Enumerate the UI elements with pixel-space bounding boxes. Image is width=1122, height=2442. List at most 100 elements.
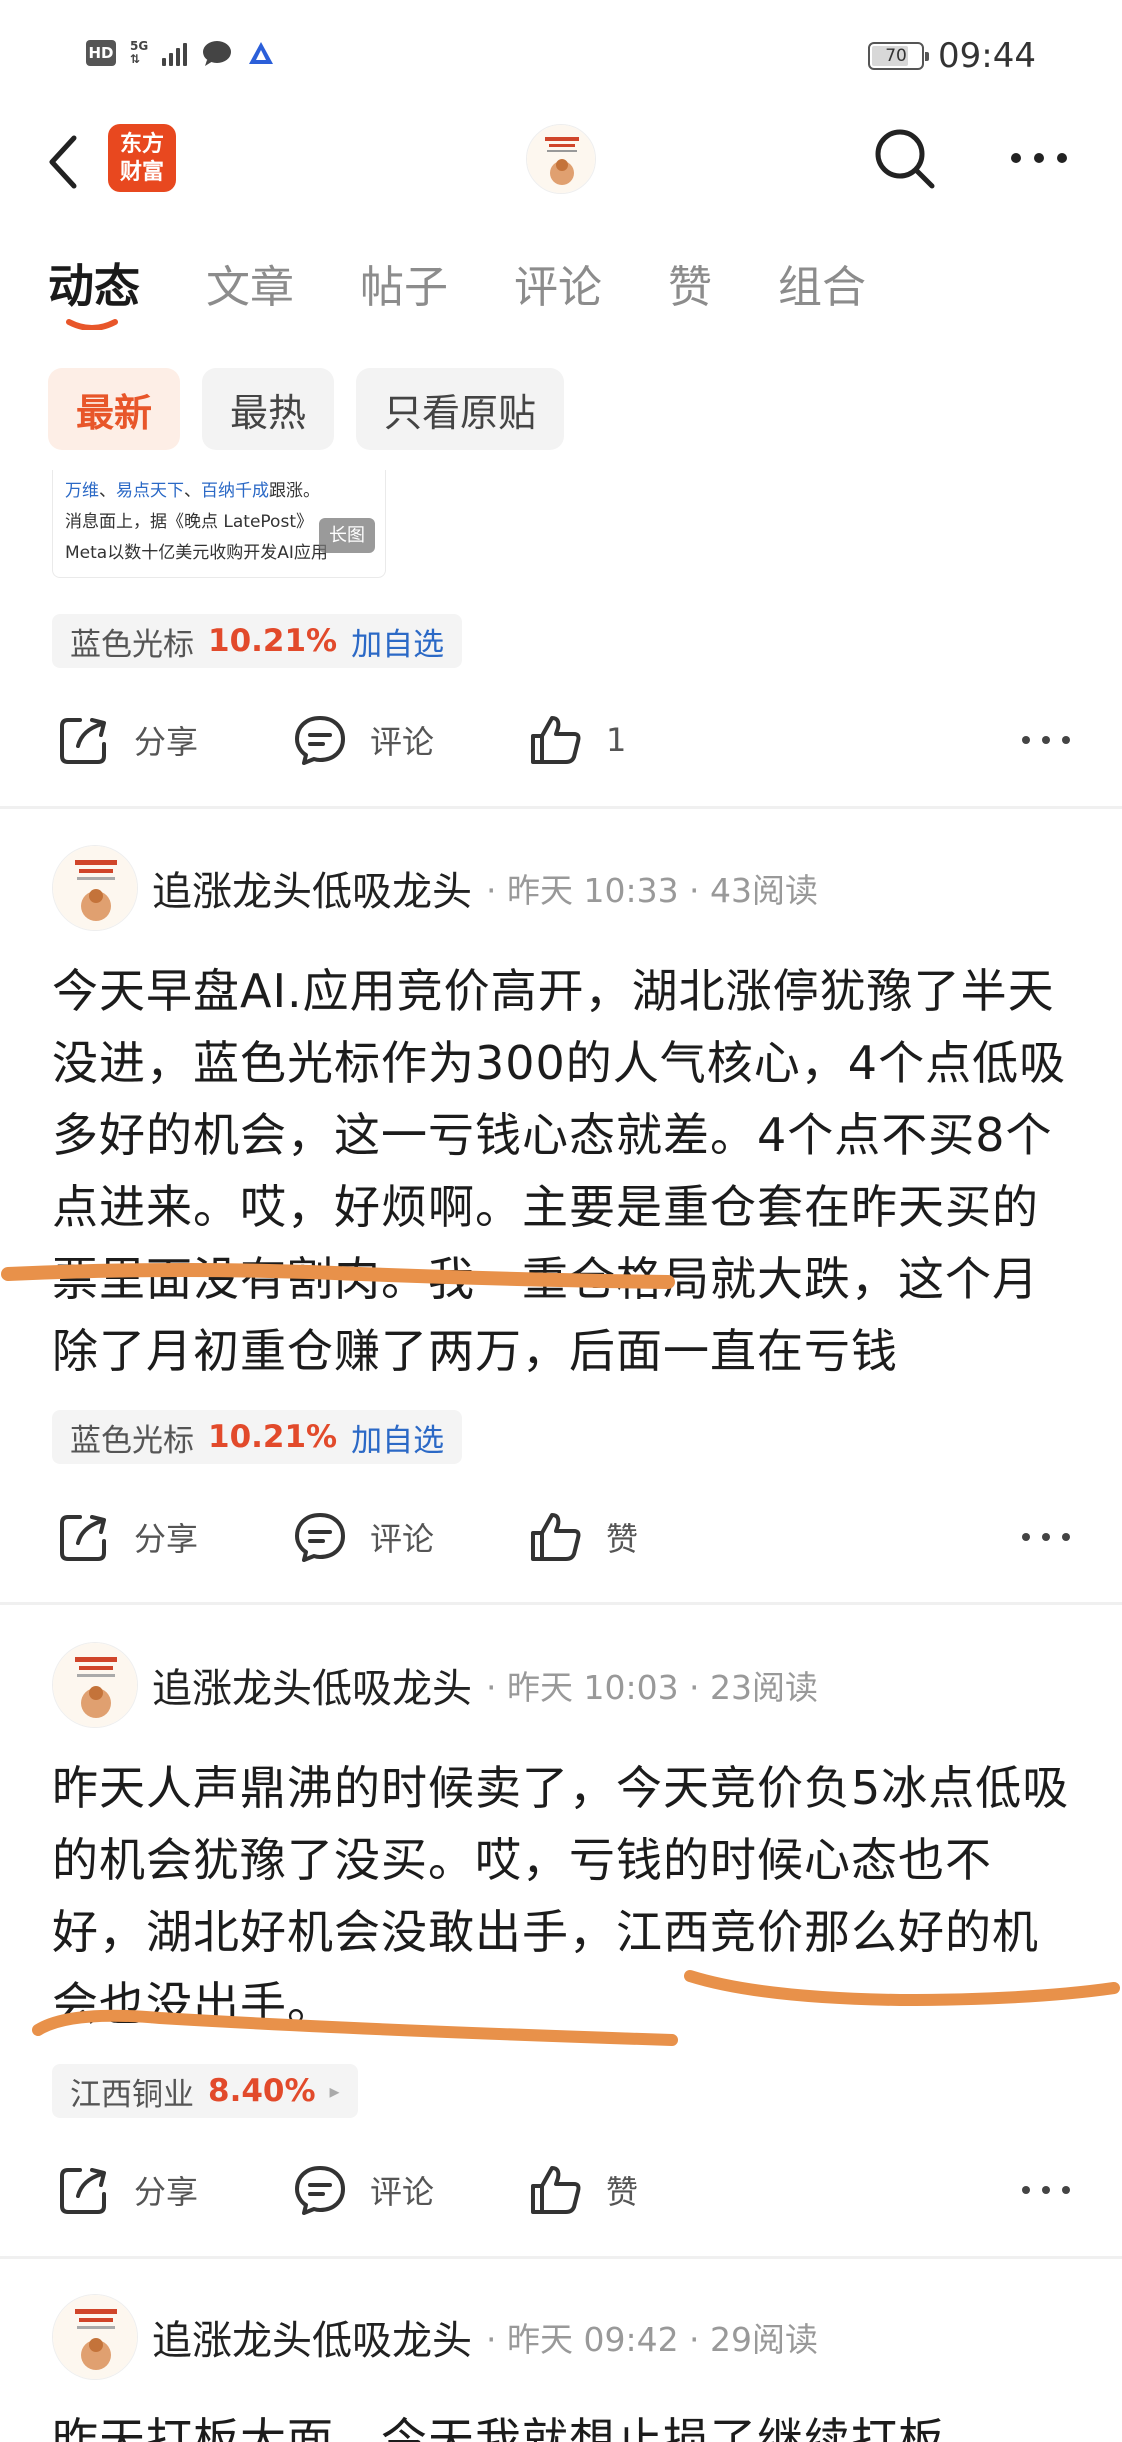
image-text-line-1: 万维、易点天下、百纳千成跟涨。: [65, 481, 320, 501]
signal-icon: [162, 40, 188, 66]
stock-tag[interactable]: 蓝色光标 10.21% 加自选: [52, 614, 463, 668]
share-label: 分享: [134, 2173, 199, 2211]
like-button[interactable]: 赞: [528, 1509, 764, 1565]
like-button[interactable]: 赞: [528, 2162, 764, 2218]
post-actions: 分享 评论 赞: [56, 2155, 1076, 2225]
avatar-image: [53, 1643, 137, 1727]
filter-original-only[interactable]: 只看原贴: [356, 368, 565, 450]
image-link-3: 百纳千成: [201, 481, 269, 501]
message-icon: [203, 41, 232, 66]
thumbs-up-icon: [531, 1513, 581, 1561]
avatar[interactable]: [526, 124, 596, 194]
share-button[interactable]: 分享: [56, 712, 292, 768]
image-link-1: 万维: [65, 481, 99, 501]
avatar[interactable]: [52, 2294, 138, 2380]
post-meta: · 昨天 10:33 · 43阅读: [486, 871, 819, 910]
status-bar: HD 5G ⇅ 70 09:44: [0, 0, 1122, 110]
post-header: 追涨龙头低吸龙头 · 昨天 10:33 · 43阅读: [52, 843, 818, 933]
share-icon: [60, 1515, 106, 1561]
app-notification-icon: [249, 42, 274, 64]
stock-tag[interactable]: 江西铜业 8.40% ▸: [52, 2064, 358, 2118]
avatar-image: [53, 846, 137, 930]
stock-change: 10.21%: [208, 623, 338, 659]
like-button[interactable]: 1: [528, 712, 764, 768]
eastmoney-logo[interactable]: 东方 财富: [108, 124, 176, 192]
add-watchlist-button[interactable]: 加自选: [351, 619, 444, 664]
stock-change: 8.40%: [208, 2073, 316, 2109]
status-left: HD 5G ⇅: [86, 40, 275, 66]
status-right: 70 09:44: [868, 36, 1036, 76]
more-icon[interactable]: [1016, 720, 1076, 760]
share-button[interactable]: 分享: [56, 2162, 292, 2218]
author-name[interactable]: 追涨龙头低吸龙头: [152, 2308, 472, 2366]
more-icon[interactable]: [1004, 138, 1074, 178]
post-divider: [0, 806, 1122, 809]
logo-line1: 东方: [119, 131, 164, 157]
network-type-icon: 5G ⇅: [130, 39, 149, 66]
share-button[interactable]: 分享: [56, 1509, 292, 1565]
thumbs-up-icon: [531, 716, 581, 764]
post-meta: · 昨天 10:03 · 23阅读: [486, 1668, 819, 1707]
comment-button[interactable]: 评论: [292, 1509, 528, 1565]
back-icon[interactable]: [44, 132, 84, 192]
tab-likes[interactable]: 赞: [668, 251, 712, 315]
comment-label: 评论: [370, 1520, 435, 1558]
post-divider: [0, 2256, 1122, 2259]
post-divider: [0, 1602, 1122, 1605]
tab-portfolio[interactable]: 组合: [778, 251, 866, 315]
add-watchlist-button[interactable]: 加自选: [351, 1415, 444, 1460]
post-text[interactable]: 昨天打板大面，今天我就想止损了继续打板: [52, 2404, 1082, 2442]
comment-button[interactable]: 评论: [292, 712, 528, 768]
post-text[interactable]: 昨天人声鼎沸的时候卖了，今天竞价负5冰点低吸的机会犹豫了没买。哎，亏钱的时候心态…: [52, 1752, 1082, 2040]
tab-dynamics[interactable]: 动态: [48, 250, 140, 316]
search-icon[interactable]: [870, 124, 940, 194]
post-text[interactable]: 今天早盘AI.应用竞价高开，湖北涨停犹豫了半天没进，蓝色光标作为300的人气核心…: [52, 955, 1082, 1387]
avatar[interactable]: [52, 845, 138, 931]
more-icon[interactable]: [1016, 2170, 1076, 2210]
stock-name: 江西铜业: [70, 2076, 194, 2113]
stock-name: 蓝色光标: [70, 1422, 194, 1459]
avatar-image: [527, 125, 595, 193]
logo-line2: 财富: [119, 159, 164, 185]
nav-bar: 东方 财富: [0, 110, 1122, 210]
comment-icon: [295, 1513, 345, 1562]
stock-change: 10.21%: [208, 1419, 338, 1455]
author-name[interactable]: 追涨龙头低吸龙头: [152, 1656, 472, 1714]
filter-hottest[interactable]: 最热: [202, 368, 335, 450]
stock-name: 蓝色光标: [70, 626, 194, 663]
post-actions: 分享 评论 赞: [56, 1502, 1076, 1572]
hd-icon: HD: [86, 40, 116, 66]
like-label: 赞: [606, 2173, 639, 2211]
post-actions: 分享 评论 1: [56, 705, 1076, 775]
avatar[interactable]: [52, 1642, 138, 1728]
long-image-badge: 长图: [319, 518, 375, 553]
image-link-2: 易点天下: [116, 481, 184, 501]
clock: 09:44: [938, 36, 1036, 76]
stock-tag[interactable]: 蓝色光标 10.21% 加自选: [52, 1410, 463, 1464]
chevron-right-icon: ▸: [329, 2079, 340, 2103]
comment-icon: [295, 2166, 345, 2215]
like-count: 1: [606, 721, 627, 759]
battery-icon: 70: [868, 42, 930, 70]
more-icon[interactable]: [1016, 1517, 1076, 1557]
post-header: 追涨龙头低吸龙头 · 昨天 09:42 · 29阅读: [52, 2292, 818, 2382]
share-label: 分享: [134, 723, 199, 761]
filter-chips: 最新 最热 只看原贴: [48, 368, 565, 450]
post-meta: · 昨天 09:42 · 29阅读: [486, 2320, 819, 2359]
battery-level: 70: [885, 46, 907, 66]
author-name[interactable]: 追涨龙头低吸龙头: [152, 859, 472, 917]
comment-label: 评论: [370, 723, 435, 761]
comment-button[interactable]: 评论: [292, 2162, 528, 2218]
tab-posts[interactable]: 帖子: [360, 251, 448, 315]
filter-latest[interactable]: 最新: [48, 368, 181, 450]
comment-label: 评论: [370, 2173, 435, 2211]
tab-articles[interactable]: 文章: [206, 251, 294, 315]
profile-tabs: 动态 文章 帖子 评论 赞 组合: [48, 250, 932, 316]
tab-comments[interactable]: 评论: [514, 251, 602, 315]
like-label: 赞: [606, 1520, 639, 1558]
share-icon: [60, 718, 106, 764]
comment-icon: [295, 716, 345, 765]
active-tab-indicator: [66, 319, 118, 330]
avatar-image: [53, 2295, 137, 2379]
long-image-thumbnail[interactable]: 万维、易点天下、百纳千成跟涨。 消息面上，据《晚点 LatePost》 Meta…: [52, 470, 386, 578]
